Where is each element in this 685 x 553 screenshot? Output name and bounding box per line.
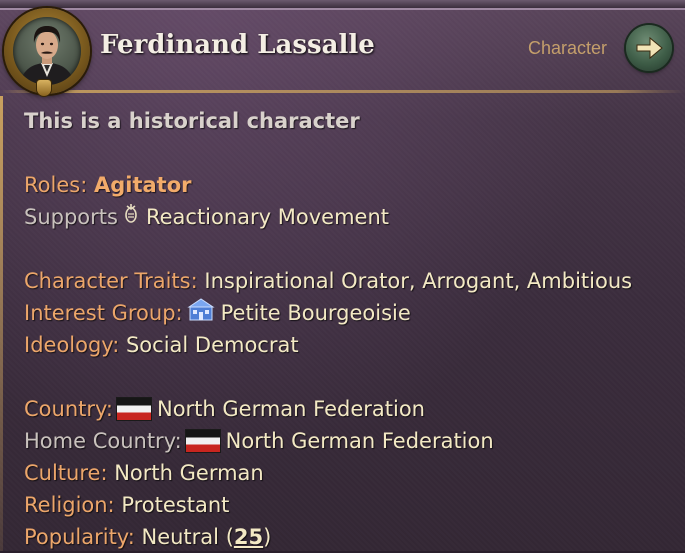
culture-label: Culture:: [24, 461, 108, 485]
supports-row: Supports Reactionary Movement: [24, 201, 679, 233]
north-german-federation-flag: [116, 398, 151, 420]
country-row: Country: North German Federation: [24, 393, 679, 425]
supports-value[interactable]: Reactionary Movement: [146, 201, 389, 233]
top-strip: [0, 0, 685, 8]
interest-group-row: Interest Group: Petite Bourgeoisie: [24, 297, 679, 329]
arrow-right-button[interactable]: [626, 25, 672, 71]
traits-label: Character Traits:: [24, 269, 198, 293]
interest-group-value[interactable]: Petite Bourgeoisie: [221, 297, 411, 329]
popularity-number[interactable]: 25: [234, 521, 263, 553]
movement-icon: [122, 201, 140, 233]
character-link[interactable]: Character: [528, 38, 607, 59]
header-divider: [0, 90, 685, 93]
roles-row: Roles: Agitator: [24, 169, 679, 201]
popularity-value: Neutral: [141, 525, 219, 549]
religion-label: Religion:: [24, 493, 115, 517]
popularity-label: Popularity:: [24, 525, 135, 549]
character-details: This is a historical character Roles: Ag…: [24, 105, 679, 553]
culture-value[interactable]: North German: [114, 457, 264, 489]
traits-value[interactable]: Inspirational Orator, Arrogant, Ambitiou…: [204, 265, 632, 297]
home-country-row: Home Country: North German Federation: [24, 425, 679, 457]
portrait-image: [13, 17, 81, 85]
ideology-label: Ideology:: [24, 333, 120, 357]
traits-row: Character Traits: Inspirational Orator, …: [24, 265, 679, 297]
north-german-federation-flag: [185, 430, 220, 452]
religion-value[interactable]: Protestant: [121, 489, 229, 521]
popularity-row: Popularity: Neutral (25): [24, 521, 679, 553]
home-country-label: Home Country:: [24, 429, 182, 453]
character-name: Ferdinand Lassalle: [100, 30, 375, 60]
culture-row: Culture: North German: [24, 457, 679, 489]
supports-label: Supports: [24, 205, 118, 229]
interest-group-label: Interest Group:: [24, 301, 183, 325]
ideology-value[interactable]: Social Democrat: [126, 329, 299, 361]
roles-value[interactable]: Agitator: [94, 169, 192, 201]
portrait-badge-icon: [37, 80, 51, 96]
historical-note: This is a historical character: [24, 109, 360, 133]
arrow-right-icon: [636, 36, 663, 60]
panel-edge-trim: [0, 96, 3, 551]
popularity-open-paren: (: [225, 525, 234, 549]
home-country-value[interactable]: North German Federation: [226, 425, 494, 457]
country-label: Country:: [24, 397, 113, 421]
petite-bourgeoisie-icon: [186, 297, 215, 330]
popularity-close-paren: ): [263, 525, 272, 549]
roles-label: Roles:: [24, 173, 88, 197]
religion-row: Religion: Protestant: [24, 489, 679, 521]
ideology-row: Ideology: Social Democrat: [24, 329, 679, 361]
country-value[interactable]: North German Federation: [157, 393, 425, 425]
